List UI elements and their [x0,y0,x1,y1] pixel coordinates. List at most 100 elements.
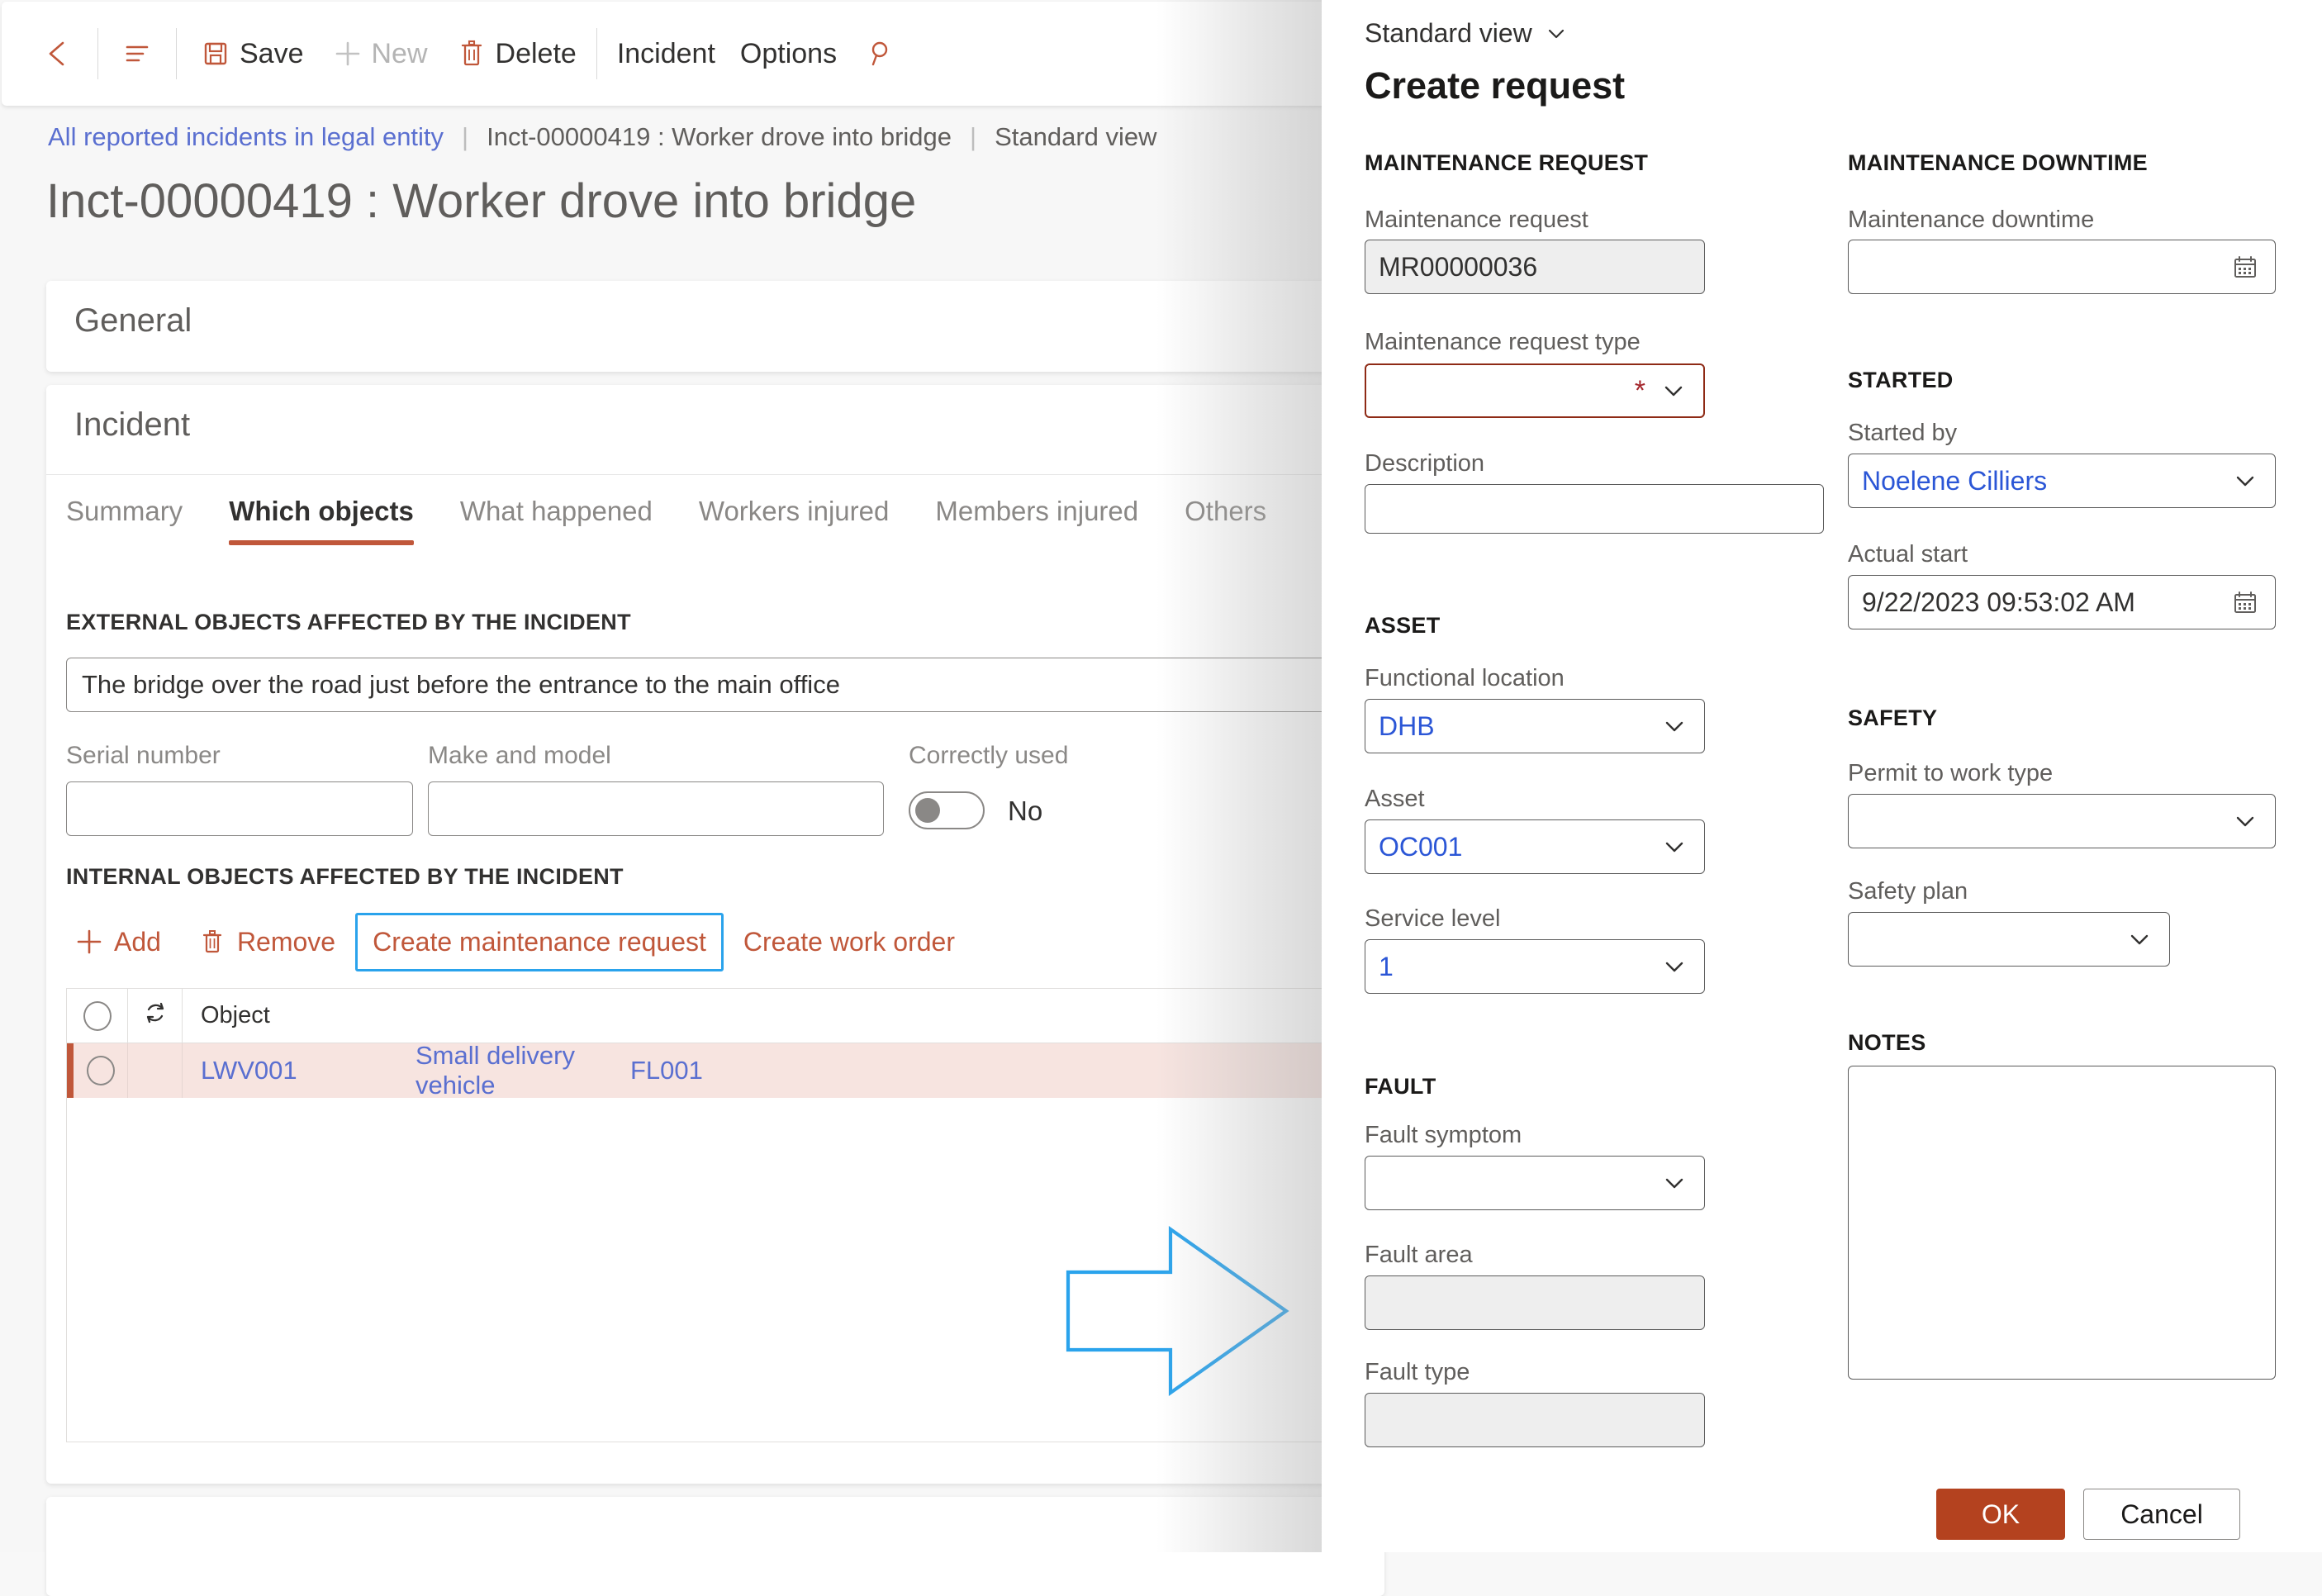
refresh-header-cell[interactable] [128,988,183,1043]
incident-menu-label: Incident [616,37,715,69]
create-work-order-button[interactable]: Create work order [737,927,962,957]
safety-plan-label: Safety plan [1848,878,1968,905]
chevron-down-icon [1658,950,1691,983]
maintenance-request-type-select[interactable]: * [1365,363,1705,418]
show-hide-navigation-button[interactable] [118,2,156,106]
toolbar-divider [596,28,597,79]
started-by-value: Noelene Cilliers [1862,465,2048,496]
chevron-down-icon [1658,710,1691,743]
fault-area-label: Fault area [1365,1242,1473,1268]
started-by-select[interactable]: Noelene Cilliers [1848,454,2276,508]
serial-number-label: Serial number [66,742,221,769]
trash-icon [453,35,491,73]
calendar-icon[interactable] [2229,586,2262,619]
asset-select[interactable]: OC001 [1365,819,1705,874]
correctly-used-toggle[interactable] [909,791,985,829]
correctly-used-value: No [1008,796,1043,826]
delete-button[interactable]: Delete [453,2,577,106]
toolbar-divider [176,28,177,79]
maintenance-downtime-input[interactable] [1848,240,2276,294]
serial-number-input[interactable] [66,781,413,836]
cancel-button[interactable]: Cancel [2083,1489,2240,1540]
dialog-title: Create request [1365,64,1626,107]
new-button[interactable]: New [329,2,428,106]
chevron-down-icon [2229,805,2262,838]
notes-textarea[interactable] [1848,1066,2276,1380]
chevron-down-icon [1544,21,1569,46]
row-indicator-cell [128,1043,183,1098]
service-level-label: Service level [1365,905,1501,932]
tab-label: Members injured [935,496,1139,526]
tab-members-injured[interactable]: Members injured [912,496,1161,527]
options-menu[interactable]: Options [740,2,837,106]
service-level-select[interactable]: 1 [1365,939,1705,994]
search-button[interactable] [862,2,900,106]
create-maintenance-request-button[interactable]: Create maintenance request [355,912,724,971]
actual-start-input[interactable]: 9/22/2023 09:53:02 AM [1848,575,2276,629]
functional-location-value: DHB [1379,710,1435,741]
tab-what-happened[interactable]: What happened [437,496,676,527]
add-button[interactable]: Add [66,925,168,958]
make-and-model-input[interactable] [428,781,884,836]
view-selector-label: Standard view [1365,18,1532,48]
save-button[interactable]: Save [197,2,304,106]
safety-plan-select[interactable] [1848,912,2170,967]
search-icon [862,35,900,73]
correctly-used-label: Correctly used [909,742,1069,769]
cell-functional-location[interactable]: FL001 [612,1043,777,1098]
functional-location-label: Functional location [1365,665,1565,691]
maintenance-request-value: MR00000036 [1379,251,1538,282]
tab-workers-injured[interactable]: Workers injured [676,496,912,527]
breadcrumb-link-all-incidents[interactable]: All reported incidents in legal entity [48,122,444,152]
remove-button[interactable]: Remove [189,925,342,958]
row-select-cell[interactable] [74,1043,128,1098]
breadcrumb-record: Inct-00000419 : Worker drove into bridge [487,122,952,151]
incident-menu[interactable]: Incident [617,2,715,106]
chevron-down-icon [1658,1166,1691,1199]
select-all-header-cell[interactable] [67,988,128,1043]
view-selector[interactable]: Standard view [1365,18,1569,49]
cell-object[interactable]: LWV001 [183,1043,397,1098]
tab-label: Workers injured [698,496,890,526]
breadcrumb-view: Standard view [995,122,1157,151]
actual-start-label: Actual start [1848,541,1968,568]
make-and-model-label: Make and model [428,742,611,769]
fault-symptom-select[interactable] [1365,1156,1705,1210]
chevron-down-icon [1658,830,1691,863]
save-button-label: Save [240,37,304,69]
tab-summary[interactable]: Summary [66,496,206,527]
calendar-icon[interactable] [2229,250,2262,283]
started-by-label: Started by [1848,420,1958,446]
fault-area-input [1365,1275,1705,1330]
section-maintenance-downtime: MAINTENANCE DOWNTIME [1848,150,2148,175]
section-asset: ASSET [1365,613,1441,638]
back-button[interactable] [40,2,78,106]
ok-button[interactable]: OK [1936,1489,2065,1540]
chevron-down-icon [2123,923,2156,956]
remove-button-label: Remove [236,926,336,957]
tab-label: Summary [66,496,183,526]
chevron-down-icon [2229,464,2262,497]
cell-object-name[interactable]: Small delivery vehicle [397,1041,612,1100]
create-maintenance-request-label: Create maintenance request [373,926,706,957]
cancel-button-label: Cancel [2120,1499,2203,1529]
section-started: STARTED [1848,368,1954,392]
permit-to-work-type-select[interactable] [1848,794,2276,848]
show-hide-navigation-icon [118,35,156,73]
maintenance-request-type-label: Maintenance request type [1365,329,1641,355]
tab-which-objects[interactable]: Which objects [206,496,437,545]
tab-label: Which objects [229,496,414,526]
external-objects-section-caption: EXTERNAL OBJECTS AFFECTED BY THE INCIDEN… [66,610,631,634]
maintenance-request-label: Maintenance request [1365,207,1588,233]
new-button-label: New [371,37,428,69]
plus-icon [73,925,106,958]
functional-location-select[interactable]: DHB [1365,699,1705,753]
section-notes: NOTES [1848,1030,1926,1055]
refresh-icon [140,998,170,1034]
add-button-label: Add [114,926,161,957]
notes-value [1849,1066,2275,1086]
description-label: Description [1365,450,1485,477]
fault-type-input [1365,1393,1705,1447]
plus-icon [329,35,367,73]
description-input[interactable] [1365,484,1824,534]
